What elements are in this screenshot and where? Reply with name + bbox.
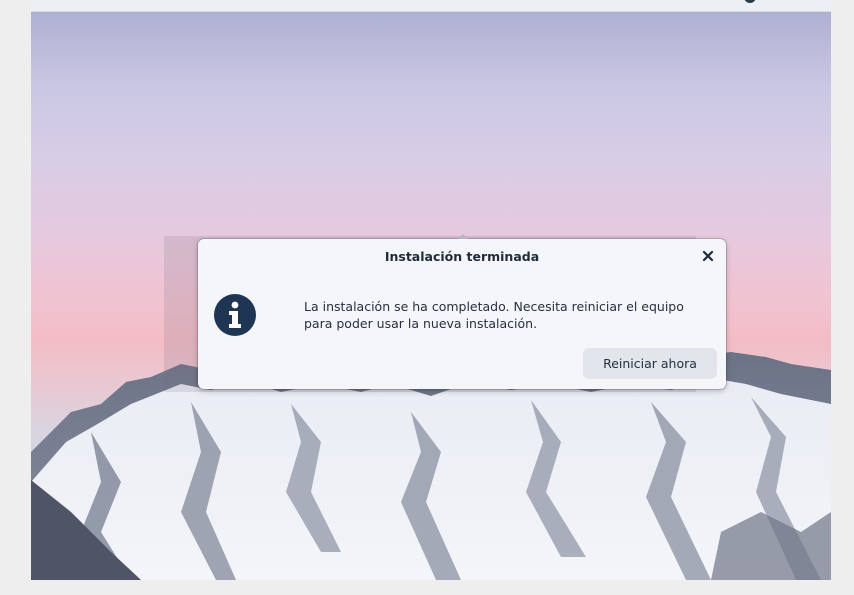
- screen: Instalación terminada La instalación se …: [31, 0, 831, 580]
- dialog-pointer: [458, 234, 468, 239]
- network-icon[interactable]: [743, 0, 757, 9]
- close-button[interactable]: [700, 248, 716, 264]
- top-panel: [31, 0, 831, 12]
- dialog-title: Instalación terminada: [384, 249, 540, 264]
- power-icon[interactable]: [789, 0, 801, 9]
- system-tray: [743, 0, 801, 9]
- volume-icon[interactable]: [767, 0, 779, 9]
- close-icon: [702, 250, 714, 262]
- installation-finished-dialog: Instalación terminada La instalación se …: [198, 234, 726, 389]
- message-line-2: para poder usar la nueva instalación.: [304, 316, 538, 331]
- info-icon: [213, 293, 257, 337]
- dialog-message: La instalación se ha completado. Necesit…: [304, 298, 714, 332]
- message-line-1: La instalación se ha completado. Necesit…: [304, 299, 684, 314]
- restart-now-button[interactable]: Reiniciar ahora: [583, 348, 717, 379]
